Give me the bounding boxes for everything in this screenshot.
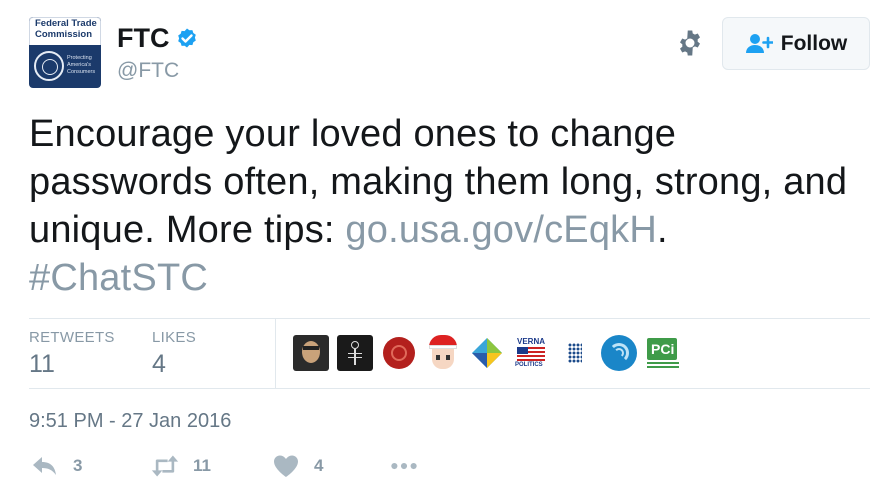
tweet-actions: 3 11 4 <box>29 453 529 487</box>
tweet-link[interactable]: go.usa.gov/cEqkH <box>345 209 657 251</box>
tweet-header: Federal Trade Commission Protecting Amer… <box>29 17 870 89</box>
avatar-geometric-cube[interactable] <box>469 335 505 371</box>
likes-label: LIKES <box>152 329 197 346</box>
reply-count: 3 <box>73 456 83 475</box>
retweet-icon <box>151 455 179 477</box>
likes-stat[interactable]: LIKES 4 <box>152 329 196 379</box>
reply-button[interactable]: 3 <box>31 453 82 479</box>
likers-list: VERNA POLITICS PCi <box>293 335 681 371</box>
account-handle[interactable]: @FTC <box>117 59 179 83</box>
account-name[interactable]: FTC <box>117 23 169 54</box>
ftc-seal-icon <box>34 51 64 81</box>
follow-label: Follow <box>780 31 848 55</box>
retweets-stat[interactable]: RETWEETS 11 <box>29 329 115 379</box>
add-user-icon <box>745 33 773 53</box>
avatar-dot-grid[interactable] <box>557 335 593 371</box>
avatar-red-seal[interactable] <box>381 335 417 371</box>
retweets-value: 11 <box>29 350 55 378</box>
retweet-button[interactable]: 11 <box>151 453 211 479</box>
stats-divider <box>275 319 276 389</box>
likes-value: 4 <box>152 350 166 378</box>
like-button[interactable]: 4 <box>272 453 323 479</box>
follow-button[interactable]: Follow <box>722 17 870 70</box>
avatar-pci-council[interactable]: PCi <box>645 335 681 371</box>
heart-icon <box>274 455 298 477</box>
tweet-hashtag[interactable]: #ChatSTC <box>29 257 208 299</box>
tweet-punctuation: . <box>657 209 668 251</box>
more-dots-icon <box>391 462 417 470</box>
gear-icon[interactable] <box>675 28 705 58</box>
reply-icon <box>33 457 56 475</box>
verified-badge-icon <box>178 28 197 47</box>
avatar-title: Federal Trade Commission <box>35 18 97 40</box>
tweet-text: Encourage your loved ones to change pass… <box>29 110 859 302</box>
avatar-blue-wave[interactable] <box>601 335 637 371</box>
avatar-dark-skeleton[interactable] <box>337 335 373 371</box>
like-count: 4 <box>314 456 324 475</box>
tweet-stats: RETWEETS 11 LIKES 4 VERNA POLITICS PCi <box>29 318 870 389</box>
avatar-photo-person[interactable] <box>293 335 329 371</box>
avatar[interactable]: Federal Trade Commission Protecting Amer… <box>29 17 101 88</box>
tweet-timestamp[interactable]: 9:51 PM - 27 Jan 2016 <box>29 410 231 433</box>
avatar-subtitle: Protecting America's Consumers <box>67 55 96 75</box>
more-button[interactable] <box>390 453 418 479</box>
avatar-banner: Federal Trade Commission <box>29 17 101 45</box>
avatar-verna-politics[interactable]: VERNA POLITICS <box>513 335 549 371</box>
retweet-count: 11 <box>193 456 211 475</box>
retweets-label: RETWEETS <box>29 329 115 346</box>
avatar-anime-santa[interactable] <box>425 335 461 371</box>
name-row: FTC <box>117 23 199 54</box>
